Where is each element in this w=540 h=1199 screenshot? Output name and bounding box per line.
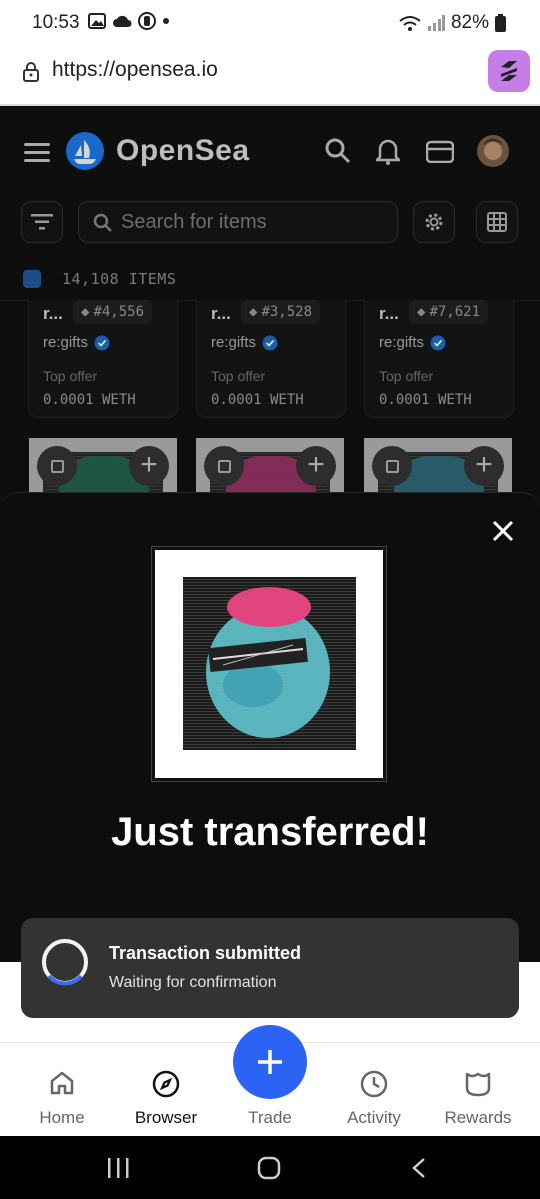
card-name: r...: [379, 304, 399, 323]
status-time: 10:53: [32, 12, 80, 33]
system-nav-bar: [0, 1136, 540, 1199]
transaction-toast: Transaction submitted Waiting for confir…: [21, 918, 519, 1018]
diamond-icon: ◆: [249, 304, 258, 320]
status-bar: 10:53 82%: [0, 0, 540, 44]
search-icon[interactable]: [325, 138, 351, 164]
home-button-icon[interactable]: [257, 1156, 281, 1180]
plus-icon: [258, 1050, 282, 1074]
select-checkbox[interactable]: [37, 446, 77, 486]
verified-icon: [94, 335, 110, 350]
avatar[interactable]: [476, 134, 510, 168]
token-number: #4,556: [93, 304, 145, 320]
nav-label: Trade: [248, 1108, 292, 1127]
browser-url-bar[interactable]: https://opensea.io: [0, 44, 540, 106]
nav-home[interactable]: Home: [12, 1042, 112, 1136]
gear-icon: [425, 213, 443, 231]
nft-card[interactable]: r... ◆ #4,556 re:gifts Top offer 0.0001 W…: [28, 300, 178, 418]
card-name: r...: [211, 304, 231, 323]
opensea-logo-icon[interactable]: [65, 131, 105, 171]
status-notification-icons: [88, 12, 170, 30]
diamond-icon: ◆: [417, 304, 426, 320]
toast-title: Transaction submitted: [109, 943, 302, 963]
nft-card[interactable]: r... ◆ #3,528 re:gifts Top offer 0.0001 W…: [196, 300, 346, 418]
search-placeholder: Search for items: [121, 211, 267, 233]
nav-label: Home: [39, 1108, 85, 1127]
search-field-icon: [93, 213, 112, 232]
add-to-cart-icon[interactable]: +: [129, 446, 169, 486]
top-offer-label: Top offer: [211, 368, 266, 384]
top-offer-value: 0.0001 WETH: [379, 392, 472, 408]
collection-name: re:gifts: [211, 334, 257, 351]
url-text[interactable]: https://opensea.io: [52, 58, 218, 82]
home-icon: [50, 1071, 74, 1095]
add-to-cart-icon[interactable]: +: [296, 446, 336, 486]
add-to-cart-icon[interactable]: +: [464, 446, 504, 486]
select-all-checkbox[interactable]: [23, 270, 41, 288]
token-tag: ◆ #7,621: [409, 300, 489, 324]
signal-icon: [427, 15, 445, 31]
collection-label: re:gifts: [43, 334, 110, 351]
collection-label: re:gifts: [211, 334, 278, 351]
filter-button[interactable]: [21, 201, 63, 243]
extension-logo-icon: [501, 61, 517, 81]
collection-label: re:gifts: [379, 334, 446, 351]
clock-icon: [360, 1070, 388, 1098]
loading-spinner-icon: [42, 939, 88, 986]
back-icon[interactable]: [411, 1157, 427, 1179]
battery-percent: 82%: [450, 12, 489, 33]
diamond-icon: ◆: [81, 304, 90, 320]
select-checkbox[interactable]: [372, 446, 412, 486]
top-offer-value: 0.0001 WETH: [211, 392, 304, 408]
nav-rewards[interactable]: Rewards: [428, 1042, 528, 1136]
close-icon[interactable]: [488, 516, 518, 546]
wallet-icon[interactable]: [426, 139, 454, 163]
toast-subtitle: Waiting for confirmation: [109, 974, 277, 991]
top-offer-label: Top offer: [379, 368, 434, 384]
nft-artwork: [206, 587, 330, 738]
token-number: #7,621: [429, 304, 481, 320]
nav-label: Activity: [347, 1108, 401, 1127]
collection-name: re:gifts: [43, 334, 89, 351]
filter-icon: [31, 214, 53, 230]
nft-image: [183, 577, 356, 750]
grid-icon: [487, 212, 507, 232]
collection-name: re:gifts: [379, 334, 425, 351]
select-checkbox[interactable]: [204, 446, 244, 486]
compass-icon: [152, 1070, 180, 1098]
nav-label: Rewards: [444, 1108, 512, 1127]
top-offer-label: Top offer: [43, 368, 98, 384]
battery-icon: [495, 14, 506, 32]
verified-icon: [262, 335, 278, 350]
browser-extension-button[interactable]: [488, 50, 530, 92]
gallery-icon: [88, 13, 106, 29]
recent-apps-icon[interactable]: [106, 1158, 130, 1178]
rewards-icon: [465, 1072, 491, 1097]
nav-browser[interactable]: Browser: [116, 1042, 216, 1136]
dot-icon: [163, 18, 169, 24]
bell-icon[interactable]: [376, 137, 400, 165]
token-number: #3,528: [261, 304, 313, 320]
items-count: 14,108 ITEMS: [62, 270, 177, 288]
status-system-icons: 82%: [399, 12, 506, 34]
token-tag: ◆ #3,528: [241, 300, 321, 324]
token-tag: ◆ #4,556: [73, 300, 153, 324]
nav-label: Browser: [134, 1108, 198, 1127]
nav-activity[interactable]: Activity: [324, 1042, 424, 1136]
settings-button[interactable]: [413, 201, 455, 243]
search-input[interactable]: Search for items: [78, 201, 398, 243]
top-offer-value: 0.0001 WETH: [43, 392, 136, 408]
brand-name[interactable]: OpenSea: [116, 134, 250, 168]
menu-icon[interactable]: [24, 142, 50, 162]
card-name: r...: [43, 304, 63, 323]
grid-view-button[interactable]: [476, 201, 518, 243]
sheet-title: Just transferred!: [111, 810, 429, 854]
verified-icon: [430, 335, 446, 350]
wifi-icon: [399, 16, 421, 31]
cloud-icon: [113, 15, 132, 27]
lock-icon: [23, 62, 39, 82]
watch-icon: [138, 12, 156, 30]
nft-card[interactable]: r... ◆ #7,621 re:gifts Top offer 0.0001 W…: [364, 300, 514, 418]
trade-button[interactable]: [233, 1025, 307, 1099]
